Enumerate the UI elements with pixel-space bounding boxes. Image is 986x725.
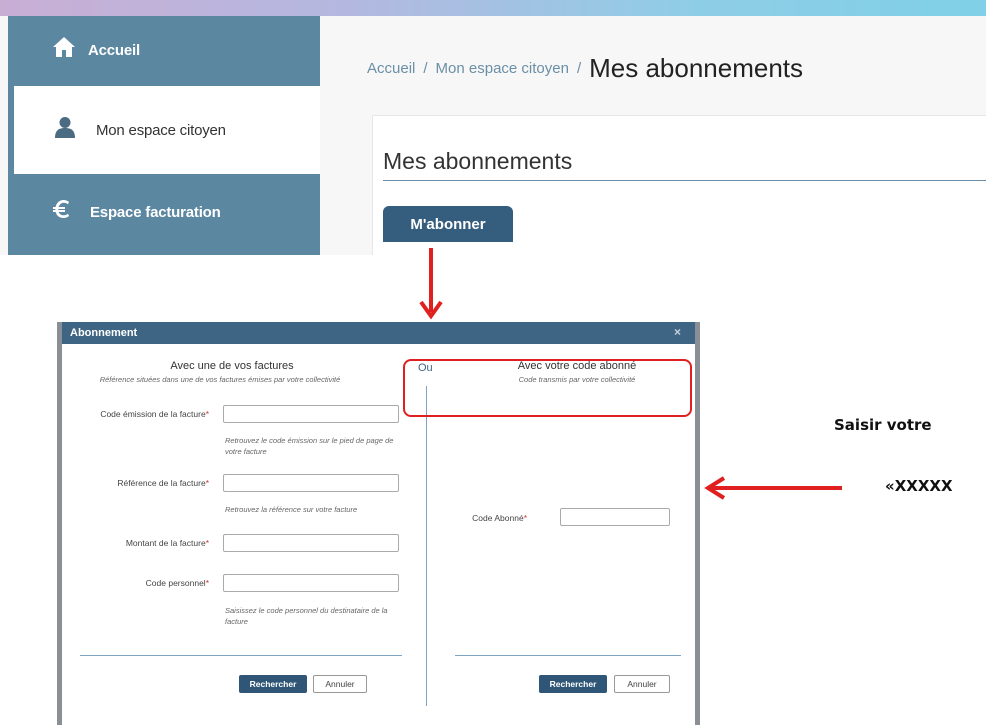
- composite-screenshot: Accueil Mon espace citoyen Espace factur…: [0, 0, 986, 725]
- annotation-line-1: Saisir votre: [834, 416, 932, 434]
- breadcrumb-link-mon-espace-citoyen[interactable]: Mon espace citoyen: [436, 60, 569, 77]
- field-label-code-personnel: Code personnel*: [145, 578, 209, 588]
- close-icon[interactable]: ×: [674, 325, 681, 339]
- annotation-line-2: «XXXXX: [885, 477, 953, 495]
- breadcrumb-separator: /: [423, 59, 428, 77]
- code-abonne-input[interactable]: [560, 508, 670, 526]
- left-footer-divider: [80, 655, 402, 656]
- field-label-montant: Montant de la facture*: [125, 538, 209, 548]
- sidebar-item-accueil[interactable]: Accueil: [8, 16, 320, 84]
- breadcrumb-separator: /: [576, 59, 582, 77]
- right-search-button[interactable]: Rechercher: [539, 675, 607, 693]
- field-label-reference: Référence de la facture*: [117, 478, 209, 488]
- breadcrumb: Accueil / Mon espace citoyen / Mes abonn…: [367, 48, 803, 88]
- top-gradient-bar: [0, 0, 986, 16]
- code-abonne-highlight: [403, 359, 692, 417]
- reference-input[interactable]: [223, 474, 399, 492]
- left-cancel-button[interactable]: Annuler: [313, 675, 367, 693]
- arrow-down-icon: [419, 248, 443, 320]
- field-help-reference: Retrouvez la référence sur votre facture: [225, 505, 358, 514]
- sidebar-item-label: Mon espace citoyen: [96, 121, 226, 139]
- sidebar: Accueil Mon espace citoyen Espace factur…: [8, 16, 320, 255]
- code-emission-input[interactable]: [223, 405, 399, 423]
- left-column-title: Avec une de vos factures: [170, 360, 294, 372]
- dialog-header: Abonnement ×: [62, 322, 695, 344]
- code-personnel-input[interactable]: [223, 574, 399, 592]
- home-icon: [8, 35, 76, 65]
- field-help-code-personnel: Saisissez le code personnel du destinata…: [225, 606, 388, 626]
- arrow-left-icon: [704, 476, 842, 500]
- montant-input[interactable]: [223, 534, 399, 552]
- left-column-subtitle: Référence situées dans une de vos factur…: [99, 375, 341, 384]
- field-help-code-emission: Retrouvez le code émission sur le pied d…: [225, 436, 394, 456]
- sidebar-item-label: Accueil: [88, 41, 140, 59]
- right-footer-divider: [455, 655, 681, 656]
- field-label-code-emission: Code émission de la facture*: [100, 409, 209, 419]
- euro-icon: [8, 197, 72, 227]
- field-label-code-abonne: Code Abonné*: [472, 513, 527, 523]
- portal-screenshot: Accueil Mon espace citoyen Espace factur…: [0, 0, 986, 255]
- breadcrumb-link-accueil[interactable]: Accueil: [367, 60, 415, 77]
- subscribe-button[interactable]: M'abonner: [383, 206, 513, 242]
- section-divider: [383, 180, 986, 181]
- column-divider: [426, 386, 427, 706]
- right-cancel-button[interactable]: Annuler: [614, 675, 670, 693]
- user-icon: [14, 115, 76, 145]
- page-title: Mes abonnements: [589, 52, 804, 83]
- section-title: Mes abonnements: [383, 148, 573, 174]
- content-card: Mes abonnements M'abonner: [372, 115, 986, 255]
- sidebar-item-espace-facturation[interactable]: Espace facturation: [8, 176, 320, 248]
- dialog-title: Abonnement: [70, 327, 138, 339]
- sidebar-item-mon-espace-citoyen[interactable]: Mon espace citoyen: [14, 86, 320, 174]
- left-search-button[interactable]: Rechercher: [239, 675, 307, 693]
- sidebar-item-label: Espace facturation: [90, 203, 221, 221]
